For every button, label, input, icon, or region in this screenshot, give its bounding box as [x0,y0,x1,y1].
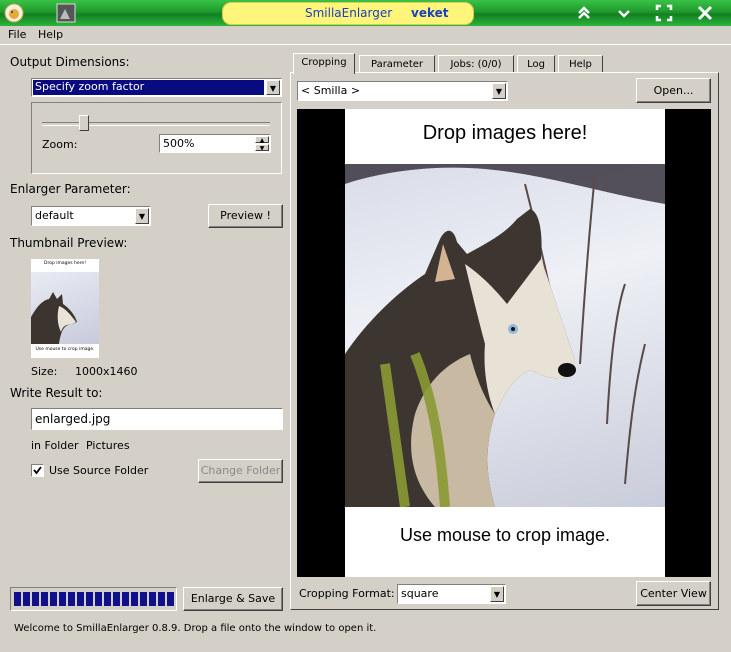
cropping-format-select[interactable]: square ▼ [397,584,506,604]
thumbnail-caption-bottom: Use mouse to crop image. [35,347,95,352]
zoom-slider-handle[interactable] [79,115,90,131]
thumbnail-caption-top: Drop images here! [44,261,86,266]
progress-segment [68,592,75,606]
progress-bar [10,587,177,611]
in-folder-label: in Folder [31,439,79,452]
progress-segment [167,592,174,606]
app-menu-icon[interactable] [4,3,24,23]
menu-divider [0,44,731,45]
tab-jobs[interactable]: Jobs: (0/0) [438,55,514,73]
tab-help[interactable]: Help [558,55,603,73]
progress-segment [23,592,30,606]
preview-button[interactable]: Preview ! [208,204,283,228]
dimension-mode-select[interactable]: Specify zoom factor ▼ [31,78,282,97]
zoom-slider-track[interactable] [42,122,270,126]
center-view-button[interactable]: Center View [636,581,711,606]
close-icon[interactable] [695,3,715,23]
source-select-value: < Smilla > [301,84,361,97]
menu-help[interactable]: Help [38,28,63,41]
size-label: Size: [31,365,58,378]
progress-segment [59,592,66,606]
thumbnail-photo [31,272,99,344]
window-user: veket [411,6,449,20]
crop-canvas[interactable]: Drop images here! Use mouse to crop imag… [297,109,711,577]
status-text: Welcome to SmillaEnlarger 0.8.9. Drop a … [14,623,377,634]
tab-log[interactable]: Log [517,55,555,73]
output-dimensions-label: Output Dimensions: [10,55,130,69]
zoom-value: 500% [163,137,195,150]
title-pill: SmillaEnlarger veket [222,2,474,25]
maximize-icon[interactable] [654,3,674,23]
parameter-preset-select[interactable]: default ▼ [31,206,151,226]
source-select[interactable]: < Smilla > ▼ [297,81,508,101]
progress-segment [104,592,111,606]
progress-segment [41,592,48,606]
parameter-preset-value: default [35,209,74,222]
progress-segment [131,592,138,606]
thumbnail-preview-label: Thumbnail Preview: [10,236,128,250]
drop-images-text: Drop images here! [422,122,588,144]
progress-segment [86,592,93,606]
progress-segment [149,592,156,606]
use-source-folder-label: Use Source Folder [49,464,149,477]
enlarge-save-button[interactable]: Enlarge & Save [183,587,283,611]
progress-fill [14,592,176,606]
minimize-icon[interactable] [614,3,634,23]
zoom-label: Zoom: [42,138,78,151]
progress-segment [122,592,129,606]
progress-segment [50,592,57,606]
enlarger-parameter-label: Enlarger Parameter: [10,182,131,196]
title-bar: SmillaEnlarger veket [0,0,731,26]
zoom-group: Zoom: 500% ▲ ▼ [31,102,282,174]
cropping-format-label: Cropping Format: [299,587,395,600]
tab-parameter[interactable]: Parameter [359,55,435,73]
menu-file[interactable]: File [8,28,26,41]
use-source-folder-checkbox[interactable] [31,464,44,477]
progress-segment [14,592,21,606]
change-folder-button[interactable]: Change Folder [198,459,283,483]
crop-image[interactable]: Drop images here! Use mouse to crop imag… [345,109,665,577]
size-value: 1000x1460 [75,365,138,378]
checkmark-icon [33,466,42,475]
write-result-label: Write Result to: [10,386,103,400]
open-button[interactable]: Open... [636,78,711,103]
zoom-spinbox[interactable]: 500% ▲ ▼ [159,134,271,153]
roll-up-icon[interactable] [574,3,594,23]
progress-segment [140,592,147,606]
crop-hint-text: Use mouse to crop image. [399,525,611,545]
progress-segment [77,592,84,606]
app-thumbnail-icon [56,3,76,23]
spin-down-icon[interactable]: ▼ [255,144,269,152]
chevron-down-icon[interactable]: ▼ [490,586,504,602]
progress-segment [113,592,120,606]
thumbnail-image: Drop images here! Use mouse to crop imag… [31,259,99,358]
progress-segment [158,592,165,606]
output-filename-value: enlarged.jpg [35,412,111,426]
husky-photo [345,164,665,507]
progress-segment [95,592,102,606]
chevron-down-icon[interactable]: ▼ [135,208,149,224]
progress-segment [32,592,39,606]
cropping-panel: < Smilla > ▼ Open... Drop images here! U… [290,72,719,610]
spin-up-icon[interactable]: ▲ [255,136,269,144]
window-title: SmillaEnlarger [305,6,393,20]
cropping-format-value: square [401,587,439,600]
tab-cropping[interactable]: Cropping [293,53,355,74]
folder-name: Pictures [86,439,130,452]
chevron-down-icon[interactable]: ▼ [492,83,506,99]
chevron-down-icon[interactable]: ▼ [266,80,280,95]
menu-bar: File Help [0,26,731,43]
dimension-mode-value: Specify zoom factor [35,80,145,93]
output-filename-input[interactable]: enlarged.jpg [31,408,283,430]
